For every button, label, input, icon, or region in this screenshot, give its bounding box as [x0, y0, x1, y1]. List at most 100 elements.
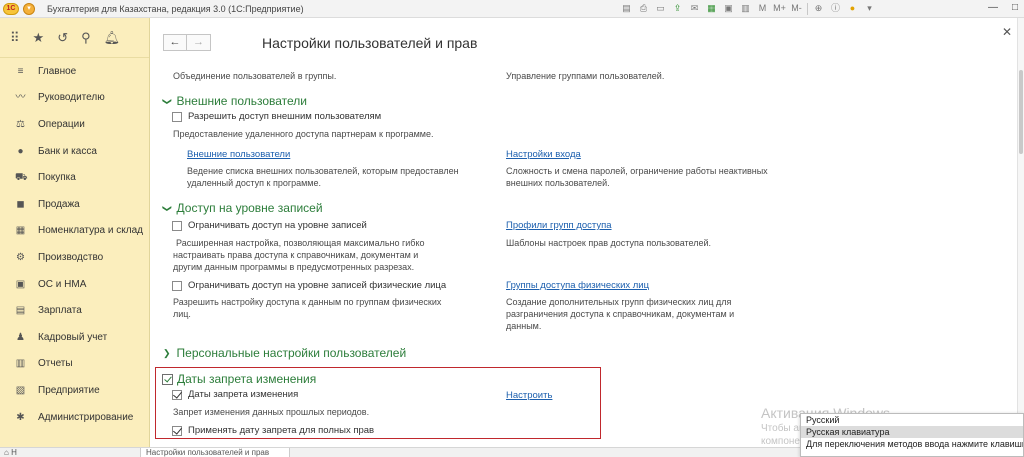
external-users-description-2: удаленный доступ к программе. [187, 178, 322, 188]
dropdown-icon[interactable]: ▾ [863, 2, 876, 15]
sidebar-item-label: Предприятие [38, 384, 100, 396]
calculator-icon[interactable]: ▥ [739, 2, 752, 15]
login-settings-description-1: Сложность и смена паролей, ограничение р… [506, 166, 768, 176]
sections-sidebar: ⠿ ★ ↺ ⚲ 🔔︎ ≡ Главное 〰 Руководителю ⚖ Опера… [0, 18, 150, 448]
individuals-access-groups-link[interactable]: Группы доступа физических лиц [506, 280, 649, 291]
activation-watermark-line: компонент панели управления "Система". [761, 436, 801, 447]
assets-icon: ▣ [15, 278, 26, 290]
save-icon[interactable]: ▤ [620, 2, 633, 15]
sidebar-item-administration[interactable]: ✱ Администрирование [0, 404, 149, 431]
sidebar-item-label: Зарплата [38, 305, 82, 317]
sidebar-item-operations[interactable]: ⚖ Операции [0, 111, 149, 138]
checkbox-box[interactable] [172, 111, 182, 122]
chevron-down-icon: ❯ [162, 97, 173, 105]
groups-description: Объединение пользователей в группы. [173, 71, 337, 81]
back-button[interactable]: ← [163, 34, 187, 51]
window-titlebar: 1С ▾ Бухгалтерия для Казахстана, редакци… [0, 0, 1024, 18]
cart-icon: ⛟ [15, 172, 28, 184]
record-access-description-2: настраивать права доступа к справочникам… [173, 250, 419, 260]
scroll-thumb[interactable] [1019, 70, 1023, 154]
restrict-record-access-checkbox[interactable]: Ограничивать доступ на уровне записей [172, 220, 367, 231]
mail-icon[interactable]: ✉ [688, 2, 701, 15]
chevron-down-icon: ❯ [162, 204, 173, 212]
section-lock-dates[interactable]: Даты запрета изменения [162, 372, 316, 386]
checkbox-label: Ограничивать доступ на уровне записей фи… [188, 280, 447, 291]
preview-icon[interactable]: ▭ [654, 2, 667, 15]
configure-link[interactable]: Настроить [506, 390, 552, 401]
person-icon: ♟ [16, 331, 25, 343]
table-icon[interactable]: ▦ [705, 2, 718, 15]
apps-grid-icon[interactable]: ⠿ [10, 31, 20, 44]
checkbox-box[interactable] [172, 280, 182, 291]
sidebar-item-assets[interactable]: ▣ ОС и НМА [0, 271, 149, 298]
notification-bell-icon[interactable]: 🔔︎ [104, 31, 121, 44]
groups-management-description: Управление группами пользователей. [506, 71, 665, 81]
checkbox-box[interactable] [172, 389, 182, 400]
close-icon[interactable]: ✕ [1002, 25, 1012, 39]
sidebar-item-purchase[interactable]: ⛟ Покупка [0, 164, 149, 191]
individuals-access-description-1: Разрешить настройку доступа к данным по … [173, 297, 442, 307]
lock-dates-checkbox[interactable]: Даты запрета изменения [172, 389, 298, 400]
section-external-users[interactable]: ❯ Внешние пользователи [162, 94, 307, 108]
access-group-profiles-link[interactable]: Профили групп доступа [506, 220, 612, 231]
checkbox-box[interactable] [172, 220, 182, 231]
open-window-tab[interactable]: Настройки пользователей и прав [140, 448, 290, 457]
home-tab-label: Н [11, 448, 17, 457]
upload-icon[interactable]: ⇪ [671, 2, 684, 15]
forward-button[interactable]: → [187, 34, 211, 51]
home-tab[interactable]: ⌂ Н [4, 448, 17, 457]
individuals-access-groups-description-2: разграничения доступа к справочникам, до… [506, 309, 735, 319]
sidebar-item-hr[interactable]: ♟ Кадровый учет [0, 324, 149, 351]
external-users-link[interactable]: Внешние пользователи [187, 149, 290, 160]
sidebar-item-main[interactable]: ≡ Главное [0, 58, 149, 85]
sidebar-item-sales[interactable]: ◼ Продажа [0, 191, 149, 218]
calendar-icon[interactable]: ▣ [722, 2, 735, 15]
search-icon[interactable]: ⚲ [81, 31, 91, 44]
page-title: Настройки пользователей и прав [262, 35, 478, 51]
sidebar-item-label: Главное [38, 65, 77, 77]
trend-icon: 〰 [15, 92, 26, 104]
sidebar-item-management[interactable]: 〰 Руководителю [0, 85, 149, 112]
allow-external-access-checkbox[interactable]: Разрешить доступ внешним пользователям [172, 111, 381, 122]
sidebar-item-label: Банк и касса [38, 145, 97, 157]
sidebar-toolbar: ⠿ ★ ↺ ⚲ 🔔︎ [0, 18, 149, 58]
favorites-star-icon[interactable]: ★ [33, 31, 45, 44]
checkbox-box[interactable] [172, 425, 182, 436]
login-settings-link[interactable]: Настройки входа [506, 149, 581, 160]
chart-icon: ▥ [15, 358, 26, 370]
sidebar-item-bank[interactable]: ● Банк и касса [0, 138, 149, 165]
operations-icon: ⚖ [16, 118, 25, 130]
section-title: Персональные настройки пользователей [176, 346, 407, 360]
keyboard-layout[interactable]: Русская клавиатура [801, 426, 1023, 438]
memory-minus-button[interactable]: M- [790, 2, 803, 15]
sidebar-item-label: Номенклатура и склад [38, 225, 143, 237]
maximize-button[interactable]: □ [1012, 2, 1018, 13]
minimize-button[interactable]: — [988, 2, 998, 13]
window-title: Бухгалтерия для Казахстана, редакция 3.0… [47, 3, 304, 14]
sidebar-item-enterprise[interactable]: ▧ Предприятие [0, 377, 149, 404]
record-access-description-3: другим данным программы в предусмотренны… [173, 262, 415, 272]
sidebar-item-label: ОС и НМА [38, 278, 87, 290]
sidebar-item-reports[interactable]: ▥ Отчеты [0, 351, 149, 378]
sidebar-item-label: Производство [38, 251, 104, 263]
print-icon[interactable]: ⎙ [637, 2, 650, 15]
memory-m-button[interactable]: M [756, 2, 769, 15]
language-name[interactable]: Русский [801, 414, 1023, 426]
vertical-scrollbar[interactable] [1017, 18, 1024, 448]
toolbar: ▤ ⎙ ▭ ⇪ ✉ ▦ ▣ ▥ M M+ M- ⊕ ⓘ ● ▾ [620, 2, 876, 15]
section-checkbox-icon[interactable] [162, 373, 173, 385]
zoom-icon[interactable]: ⊕ [812, 2, 825, 15]
shopping-bag-icon: ◼ [16, 198, 25, 210]
notification-bell-icon[interactable]: ● [846, 2, 859, 15]
info-icon[interactable]: ⓘ [829, 2, 842, 15]
restrict-individuals-access-checkbox[interactable]: Ограничивать доступ на уровне записей фи… [172, 280, 446, 291]
sidebar-item-salary[interactable]: ▤ Зарплата [0, 297, 149, 324]
apply-lock-date-full-rights-checkbox[interactable]: Применять дату запрета для полных прав [172, 425, 374, 436]
sidebar-item-production[interactable]: ⚙ Производство [0, 244, 149, 271]
history-icon[interactable]: ↺ [57, 31, 68, 44]
section-record-access[interactable]: ❯ Доступ на уровне записей [162, 201, 322, 215]
memory-plus-button[interactable]: M+ [773, 2, 786, 15]
main-menu-button[interactable]: ▾ [23, 2, 35, 15]
section-personal-settings[interactable]: ❯ Персональные настройки пользователей [163, 346, 406, 360]
sidebar-item-warehouse[interactable]: ▦ Номенклатура и склад [0, 218, 149, 245]
